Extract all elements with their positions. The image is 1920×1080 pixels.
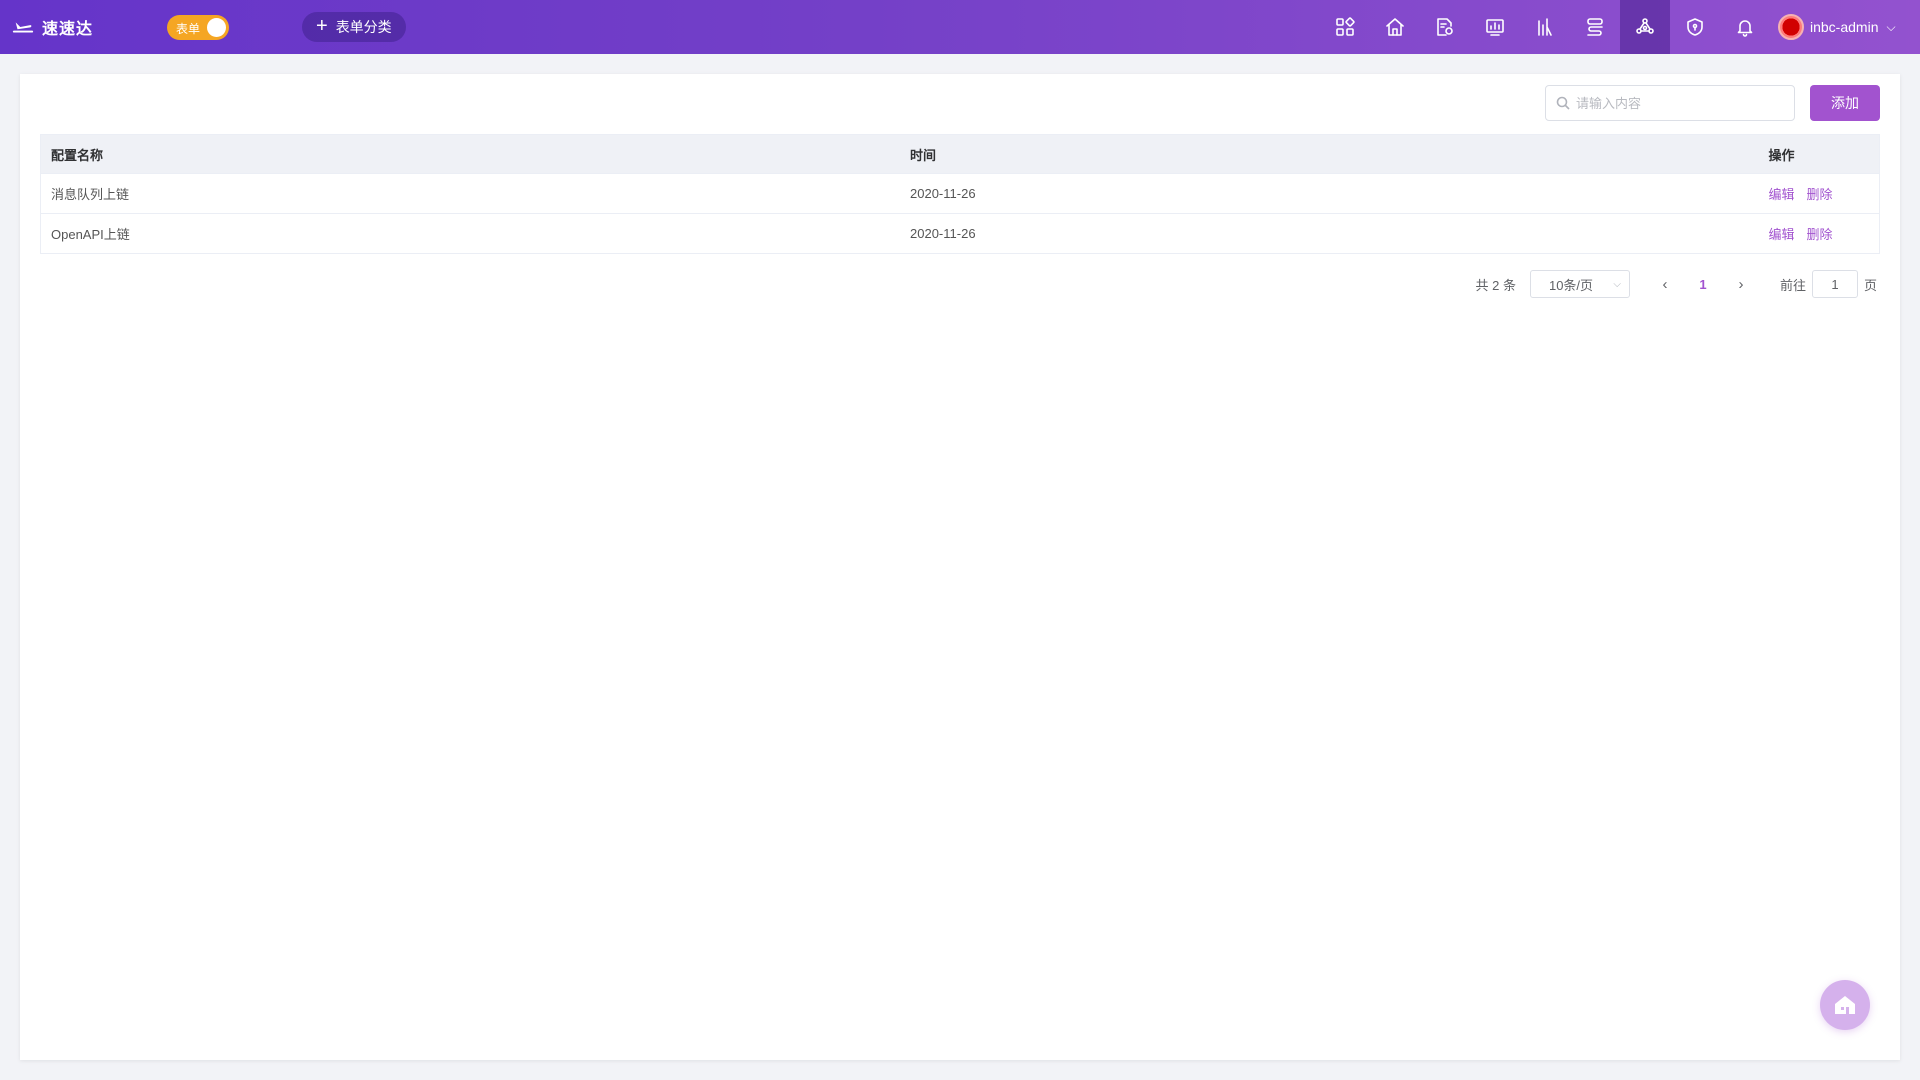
cell-config-name: 消息队列上链 bbox=[40, 173, 901, 214]
column-header-name: 配置名称 bbox=[40, 134, 901, 174]
pagination: 共 2 条 10条/页 ⌵ ‹ 1 › 前往 页 bbox=[1475, 270, 1877, 298]
nav-network[interactable] bbox=[1620, 0, 1670, 54]
house-icon bbox=[1835, 996, 1855, 1014]
nav-document-settings[interactable] bbox=[1420, 0, 1470, 54]
plus-icon: + bbox=[316, 15, 328, 37]
toggle-knob bbox=[207, 18, 226, 37]
user-menu[interactable]: inbc-admin ⌵ bbox=[1778, 0, 1896, 54]
edit-link[interactable]: 编辑 bbox=[1769, 187, 1795, 202]
page-size-select[interactable]: 10条/页 ⌵ bbox=[1529, 270, 1630, 298]
nav-monitor[interactable] bbox=[1470, 0, 1520, 54]
column-header-time: 时间 bbox=[900, 134, 1759, 174]
monitor-chart-icon bbox=[1486, 19, 1504, 36]
table-header-row: 配置名称 时间 操作 bbox=[40, 134, 1880, 174]
airplane-icon bbox=[12, 22, 34, 33]
document-settings-icon bbox=[1437, 18, 1453, 36]
edit-link[interactable]: 编辑 bbox=[1769, 227, 1795, 242]
table-row: OpenAPI上链 2020-11-26 编辑 删除 bbox=[40, 213, 1880, 254]
avatar bbox=[1778, 14, 1804, 40]
next-page-button[interactable]: › bbox=[1722, 270, 1760, 298]
cell-config-name: OpenAPI上链 bbox=[40, 213, 901, 254]
add-button[interactable]: 添加 bbox=[1810, 85, 1880, 121]
user-name: inbc-admin bbox=[1810, 19, 1879, 35]
search-icon bbox=[1556, 96, 1570, 110]
nav-apps[interactable] bbox=[1320, 0, 1370, 54]
goto-page-input[interactable] bbox=[1811, 270, 1858, 298]
cell-time: 2020-11-26 bbox=[900, 173, 1759, 214]
nav-notifications[interactable] bbox=[1720, 0, 1770, 54]
chevron-down-icon: ⌵ bbox=[1613, 278, 1621, 290]
nav-statistics[interactable] bbox=[1520, 0, 1570, 54]
form-category-button-label: 表单分类 bbox=[335, 19, 392, 35]
flow-icon bbox=[1587, 18, 1603, 36]
network-icon bbox=[1636, 18, 1654, 34]
bar-chart-icon bbox=[1538, 18, 1552, 36]
brand-logo[interactable]: 速速达 bbox=[12, 0, 93, 54]
nav-security[interactable] bbox=[1670, 0, 1720, 54]
top-navigation-bar: 速速达 表单 + 表单分类 inbc-admin ⌵ bbox=[0, 0, 1920, 54]
shield-icon bbox=[1687, 18, 1703, 36]
delete-link[interactable]: 删除 bbox=[1807, 227, 1833, 242]
goto-page: 前往 页 bbox=[1780, 270, 1877, 298]
bell-icon bbox=[1737, 20, 1753, 37]
form-category-button[interactable]: + 表单分类 bbox=[302, 12, 406, 42]
goto-prefix: 前往 bbox=[1779, 277, 1806, 293]
search-input[interactable] bbox=[1576, 95, 1776, 111]
home-icon bbox=[1386, 18, 1404, 36]
brand-name: 速速达 bbox=[42, 21, 94, 38]
prev-page-button[interactable]: ‹ bbox=[1646, 270, 1684, 298]
chevron-down-icon: ⌵ bbox=[1886, 19, 1896, 34]
column-header-actions: 操作 bbox=[1758, 134, 1880, 174]
form-mode-toggle[interactable]: 表单 bbox=[167, 15, 229, 40]
apps-icon bbox=[1336, 17, 1355, 36]
nav-home[interactable] bbox=[1370, 0, 1420, 54]
nav-flow[interactable] bbox=[1570, 0, 1620, 54]
table-row: 消息队列上链 2020-11-26 编辑 删除 bbox=[40, 173, 1880, 214]
page-number-current[interactable]: 1 bbox=[1684, 270, 1722, 298]
config-table: 配置名称 时间 操作 消息队列上链 2020-11-26 编辑 删除 OpenAP… bbox=[40, 134, 1880, 254]
cell-actions: 编辑 删除 bbox=[1758, 213, 1880, 254]
nav-icon-group bbox=[1320, 0, 1770, 54]
cell-time: 2020-11-26 bbox=[900, 213, 1759, 254]
page-size-value: 10条/页 bbox=[1548, 277, 1594, 293]
cell-actions: 编辑 删除 bbox=[1758, 173, 1880, 214]
form-mode-toggle-label: 表单 bbox=[176, 22, 201, 36]
search-box[interactable] bbox=[1545, 85, 1795, 121]
pagination-total: 共 2 条 bbox=[1475, 277, 1516, 293]
delete-link[interactable]: 删除 bbox=[1807, 187, 1833, 202]
main-panel: 添加 配置名称 时间 操作 消息队列上链 2020-11-26 编辑删除 Ope… bbox=[20, 74, 1900, 1060]
goto-suffix: 页 bbox=[1863, 277, 1877, 293]
floating-home-button[interactable] bbox=[1820, 980, 1870, 1030]
